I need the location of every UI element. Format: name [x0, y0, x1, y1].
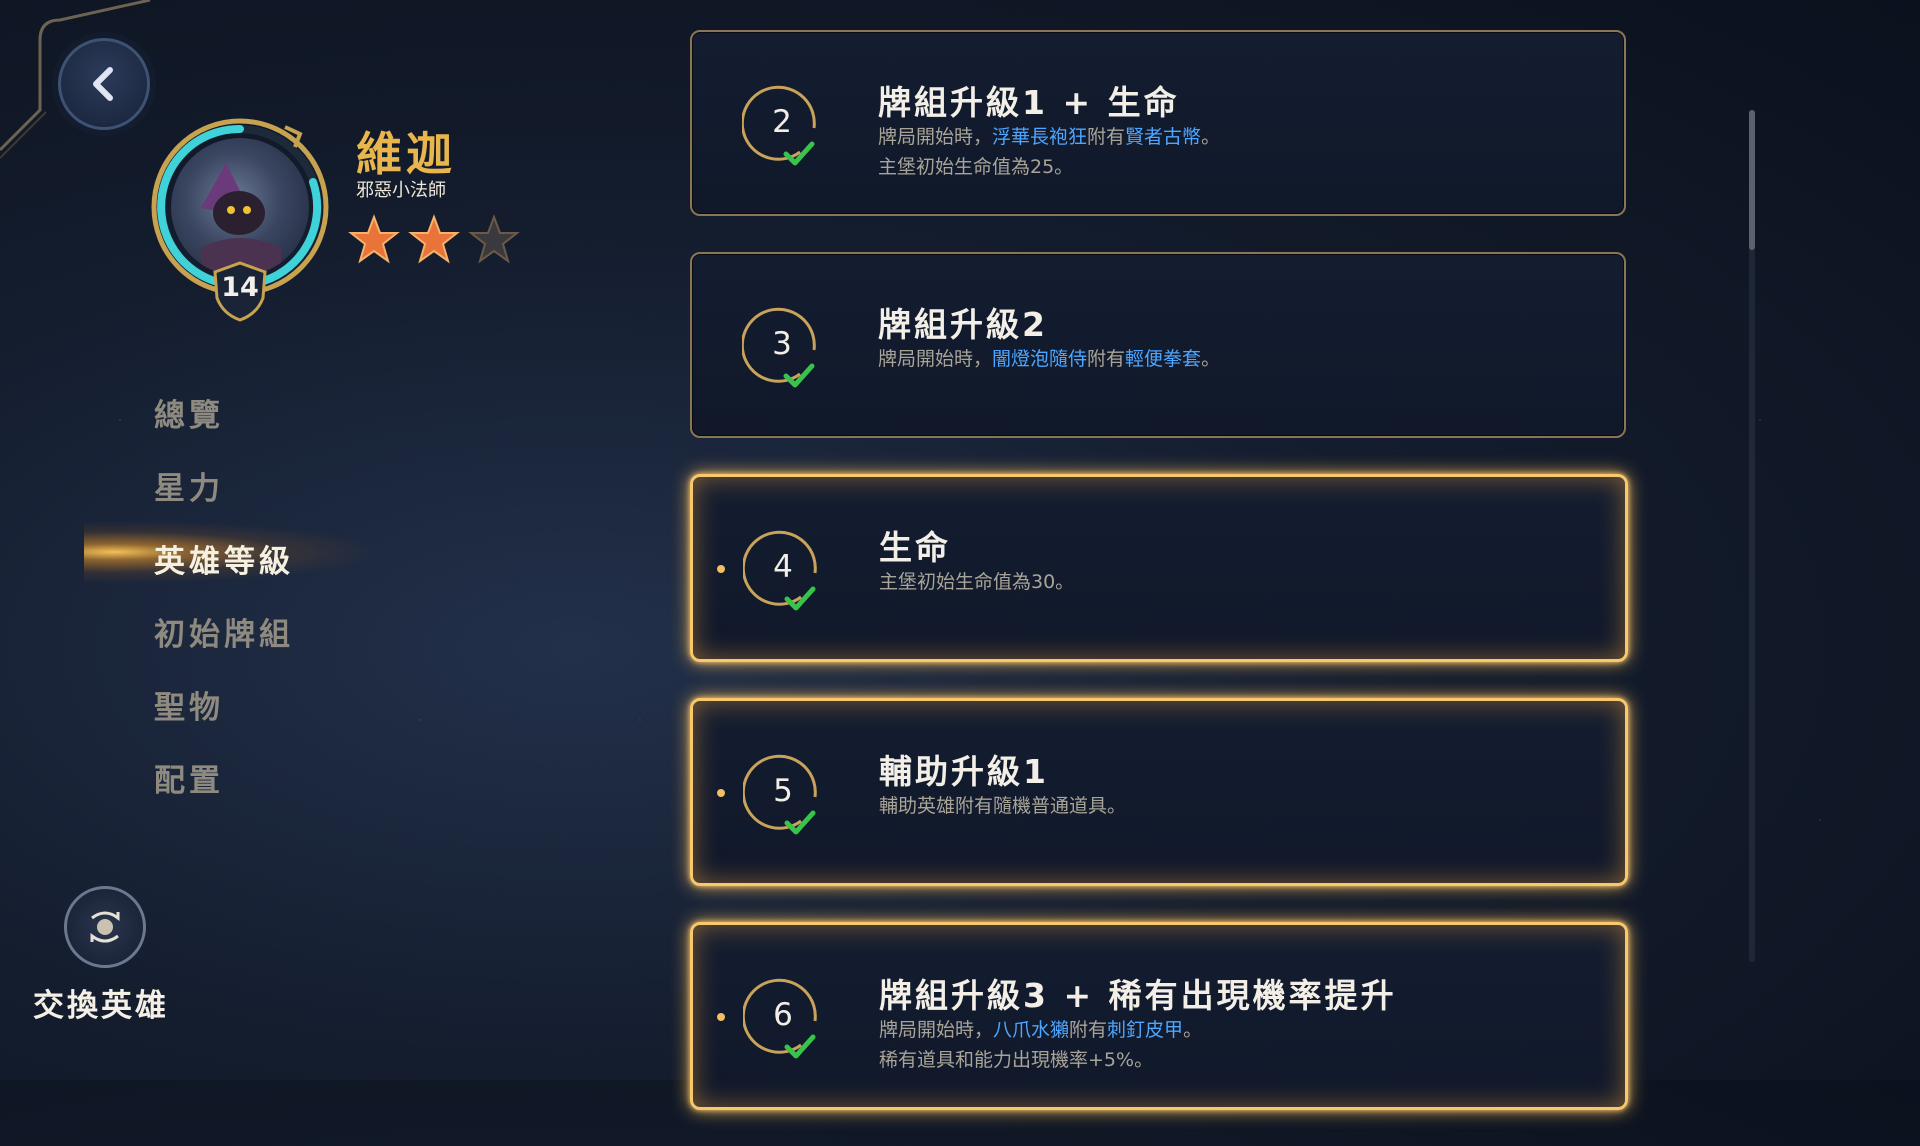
- scrollbar-thumb[interactable]: [1749, 110, 1755, 250]
- star-icon-filled: [348, 214, 400, 264]
- nav-item-star-power[interactable]: 星力: [154, 463, 294, 536]
- reward-description-line: 輔助英雄附有隨機普通道具。: [879, 791, 1126, 818]
- reward-description-line: 稀有道具和能力出現機率+5%。: [879, 1045, 1153, 1072]
- reward-card[interactable]: 3 牌組升級2 牌局開始時，闇燈泡隨侍附有輕便拳套。: [690, 252, 1626, 438]
- description-text: 。: [1201, 348, 1221, 370]
- card-link-text[interactable]: 闇燈泡隨侍: [992, 348, 1087, 370]
- unlocked-dot-icon: [717, 565, 725, 573]
- reward-card[interactable]: 5 輔助升級1 輔助英雄附有隨機普通道具。: [690, 698, 1628, 886]
- unlocked-dot-icon: [717, 789, 725, 797]
- nav-item-hero-level-label: 英雄等級: [154, 544, 294, 580]
- check-icon: [784, 586, 816, 611]
- swap-hero-button[interactable]: [64, 886, 146, 968]
- description-text: 附有: [1069, 1019, 1108, 1041]
- card-link-text[interactable]: 賢者古幣: [1125, 126, 1201, 148]
- description-text: 輔助英雄附有隨機普通道具。: [879, 795, 1127, 817]
- hero-name: 維迦: [356, 127, 456, 181]
- reward-description-line: 牌局開始時，八爪水獺附有刺釘皮甲。: [879, 1015, 1202, 1042]
- star-icon-filled: [408, 214, 460, 264]
- hero-title: 邪惡小法師: [356, 180, 446, 201]
- reward-description-line: 主堡初始生命值為30。: [879, 567, 1074, 594]
- side-nav: 總覽 星力 英雄等級 初始牌組 聖物 配置: [84, 390, 384, 828]
- check-icon: [783, 141, 815, 166]
- nav-item-starting-deck[interactable]: 初始牌組: [154, 609, 294, 682]
- description-text: 牌局開始時，: [878, 126, 993, 148]
- reward-card[interactable]: 6 牌組升級3 + 稀有出現機率提升 牌局開始時，八爪水獺附有刺釘皮甲。 稀有道具和能…: [690, 922, 1628, 1110]
- check-icon: [784, 810, 816, 835]
- description-text: 牌局開始時，: [878, 348, 993, 370]
- reward-title: 輔助升級1: [879, 752, 1049, 791]
- description-text: 主堡初始生命值為30。: [879, 571, 1075, 593]
- description-text: 附有: [1087, 126, 1126, 148]
- reward-title: 生命: [879, 528, 951, 567]
- card-link-text[interactable]: 浮華長袍狂: [992, 126, 1087, 148]
- description-text: 附有: [1087, 348, 1126, 370]
- reward-description-line: 牌局開始時，浮華長袍狂附有賢者古幣。: [878, 122, 1220, 149]
- swap-hero-label: 交換英雄: [33, 988, 169, 1024]
- swap-hero-icon: [90, 911, 120, 943]
- star-icon-empty: [468, 214, 520, 264]
- check-icon: [784, 1034, 816, 1059]
- description-text: 主堡初始生命值為25。: [878, 156, 1074, 178]
- nav-item-overview[interactable]: 總覽: [154, 390, 294, 463]
- chevron-left-icon: [93, 67, 113, 101]
- hero-level-rewards-list: 2 牌組升級1 + 生命 牌局開始時，浮華長袍狂附有賢者古幣。 主堡初始生命值為25。…: [690, 30, 1628, 1146]
- check-icon: [783, 363, 815, 388]
- reward-title: 牌組升級3 + 稀有出現機率提升: [879, 976, 1397, 1015]
- card-link-text[interactable]: 刺釘皮甲: [1107, 1019, 1183, 1041]
- nav-item-hero-level[interactable]: 英雄等級: [84, 520, 384, 609]
- reward-description-line: 牌局開始時，闇燈泡隨侍附有輕便拳套。: [878, 344, 1220, 371]
- reward-card[interactable]: 2 牌組升級1 + 生命 牌局開始時，浮華長袍狂附有賢者古幣。 主堡初始生命值為25。: [690, 30, 1626, 216]
- reward-card[interactable]: 4 生命 主堡初始生命值為30。: [690, 474, 1628, 662]
- hero-star-rating: [348, 214, 520, 266]
- card-link-text[interactable]: 輕便拳套: [1125, 348, 1201, 370]
- reward-description-line: 主堡初始生命值為25。: [878, 152, 1073, 179]
- description-text: 。: [1183, 1019, 1203, 1041]
- description-text: 。: [1201, 126, 1221, 148]
- description-text: 稀有道具和能力出現機率+5%。: [879, 1049, 1154, 1071]
- nav-item-loadout[interactable]: 配置: [154, 755, 294, 828]
- unlocked-dot-icon: [717, 1013, 725, 1021]
- back-button[interactable]: [58, 38, 150, 130]
- hero-portrait: 14: [145, 112, 335, 322]
- description-text: 牌局開始時，: [879, 1019, 994, 1041]
- nav-item-relics[interactable]: 聖物: [154, 682, 294, 755]
- hero-level: 14: [221, 272, 259, 303]
- reward-title: 牌組升級2: [878, 305, 1048, 344]
- card-link-text[interactable]: 八爪水獺: [993, 1019, 1069, 1041]
- hero-avatar: [171, 138, 309, 276]
- reward-title: 牌組升級1 + 生命: [878, 83, 1180, 122]
